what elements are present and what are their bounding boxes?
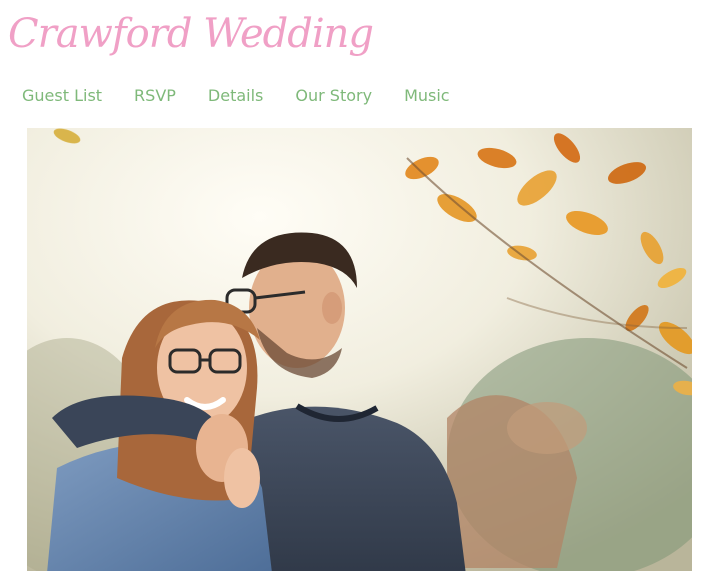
nav-our-story[interactable]: Our Story	[295, 86, 372, 105]
nav-details[interactable]: Details	[208, 86, 263, 105]
nav-guest-list[interactable]: Guest List	[22, 86, 102, 105]
site-title[interactable]: Crawford Wedding	[8, 6, 374, 62]
nav-music[interactable]: Music	[404, 86, 450, 105]
hero-image	[27, 128, 692, 571]
nav-rsvp[interactable]: RSVP	[134, 86, 176, 105]
main-nav: Guest List RSVP Details Our Story Music	[22, 82, 482, 108]
